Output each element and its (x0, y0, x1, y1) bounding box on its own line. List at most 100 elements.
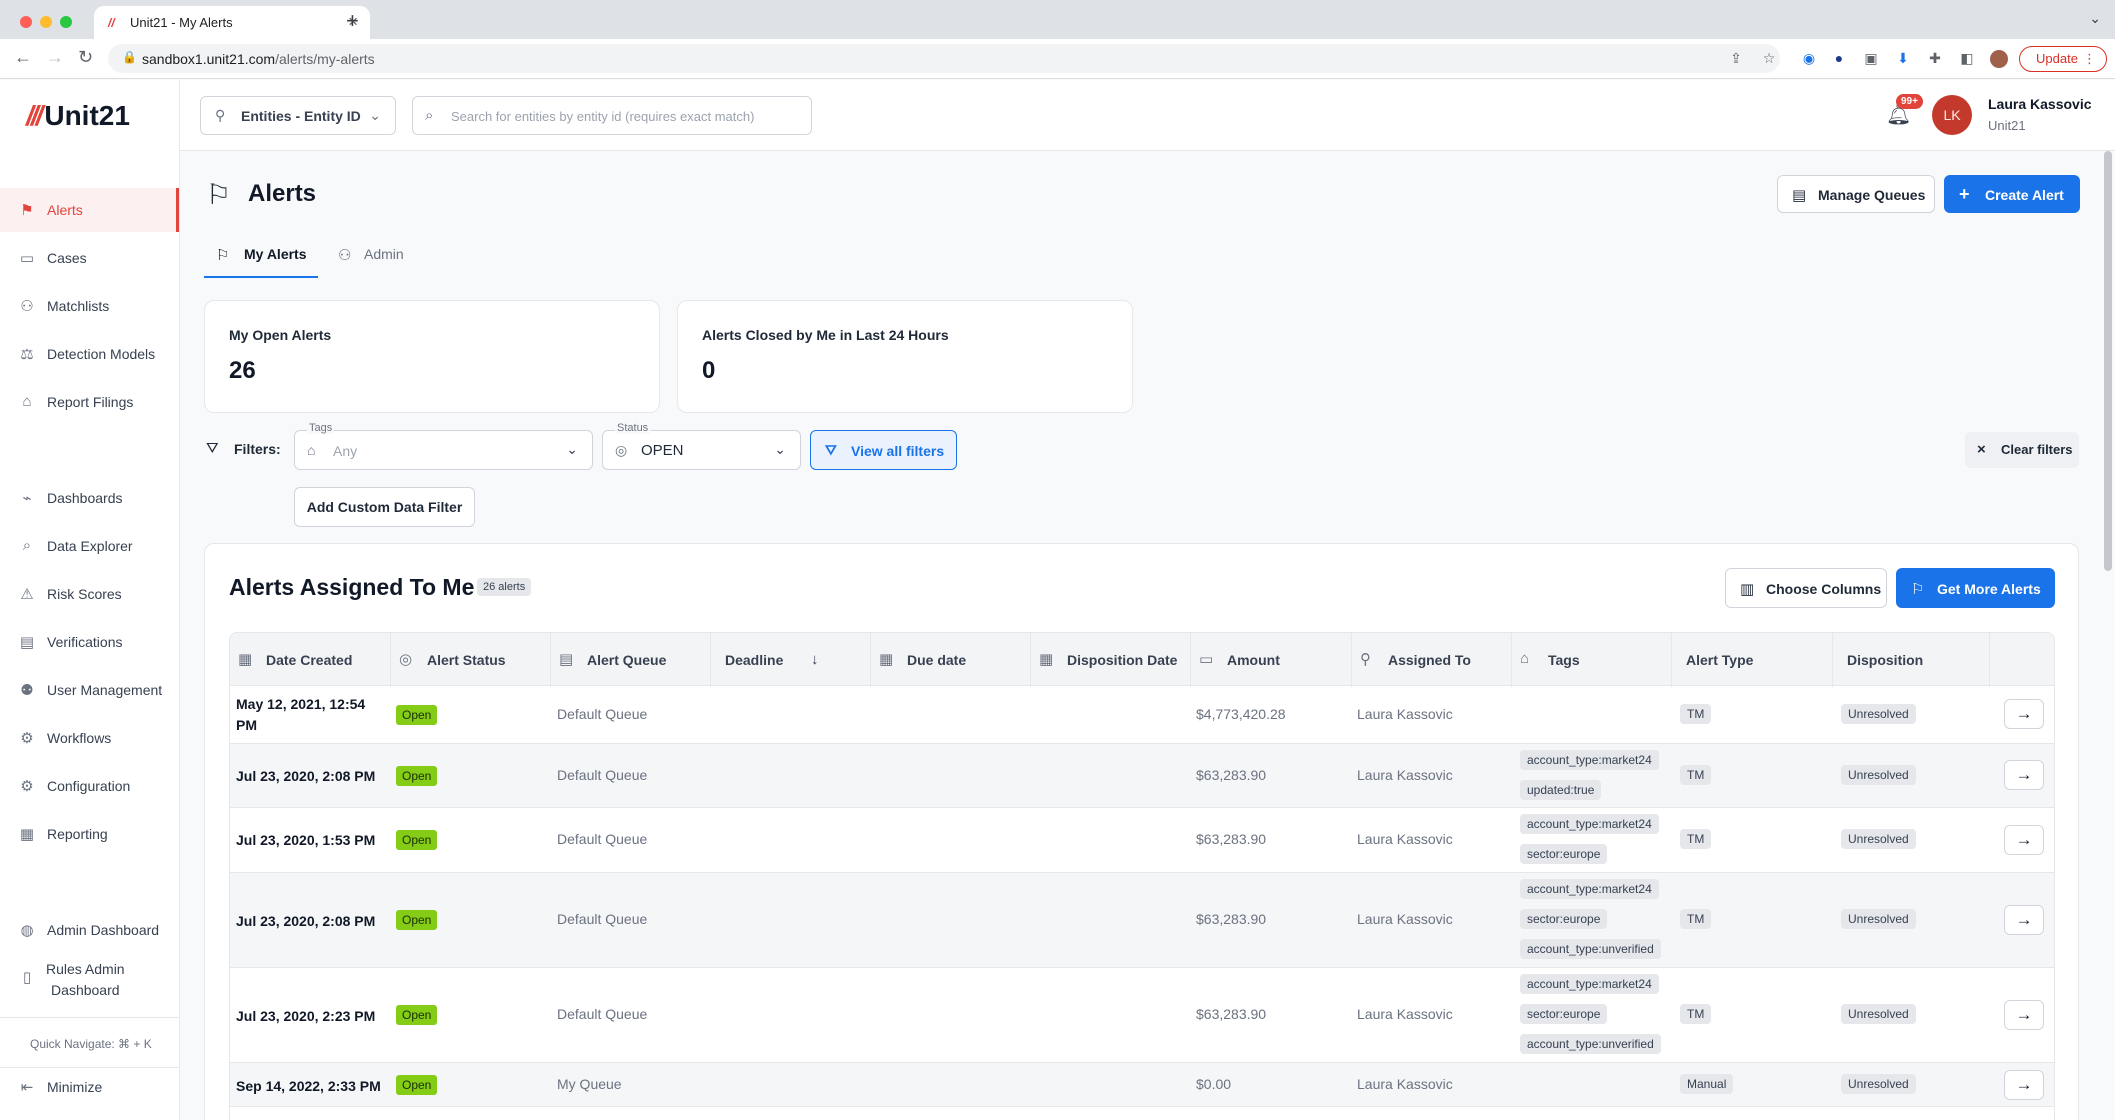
column-label: Assigned To (1388, 652, 1471, 668)
cell-amount: $63,283.90 (1196, 1006, 1267, 1022)
table-row[interactable]: Jul 23, 2020, 2:08 PM Open Default Queue… (229, 744, 2055, 808)
extension-icon[interactable]: ● (1830, 50, 1848, 68)
column-header-deadline[interactable]: Deadline ↓ (711, 633, 871, 687)
column-label: Alert Status (427, 652, 506, 668)
forward-icon[interactable]: → (46, 47, 64, 68)
open-alert-arrow-icon[interactable]: → (2004, 1070, 2044, 1100)
puzzle-icon[interactable]: ✚ (1926, 50, 1944, 68)
entity-type-selector[interactable]: ⚲ Entities - Entity ID ⌄ (200, 96, 396, 135)
minimize-sidebar-button[interactable]: ⇤ Minimize (0, 1065, 179, 1109)
back-icon[interactable]: ← (14, 47, 32, 68)
cell-amount: $63,283.90 (1196, 767, 1267, 783)
clear-filters-button[interactable]: × Clear filters (1965, 432, 2079, 468)
sidebar-item-cases[interactable]: ▭ Cases (0, 236, 179, 280)
sidebar-item-label: Data Explorer (47, 538, 133, 554)
extension-icon[interactable]: ◉ (1800, 50, 1818, 68)
download-icon[interactable]: ⬇ (1894, 50, 1912, 68)
view-all-filters-button[interactable]: ⛛ View all filters (810, 430, 957, 470)
users-icon: ⚉ (20, 682, 34, 699)
open-alert-arrow-icon[interactable]: → (2004, 905, 2044, 935)
share-icon[interactable]: ⇪ (1727, 50, 1745, 68)
sidebar-item-configuration[interactable]: ⚙ Configuration (0, 764, 179, 808)
update-button[interactable]: Update ⋮ (2019, 46, 2107, 72)
column-header-disposition-date[interactable]: ▦ Disposition Date (1031, 633, 1191, 687)
column-header-alert-status[interactable]: ◎ Alert Status (391, 633, 551, 687)
disposition-badge: Unresolved (1841, 909, 1916, 929)
status-value: OPEN (641, 442, 684, 459)
sidebar-item-reporting[interactable]: ▦ Reporting (0, 812, 179, 856)
manage-queues-label: Manage Queues (1818, 187, 1926, 203)
choose-columns-button[interactable]: ▥ Choose Columns (1725, 568, 1887, 608)
tab-list-chevron-icon[interactable]: ⌄ (2089, 10, 2101, 27)
table-row[interactable]: Jul 23, 2020, 1:53 PM Open Default Queue… (229, 808, 2055, 873)
get-more-alerts-button[interactable]: ⚐ Get More Alerts (1896, 568, 2055, 608)
table-row[interactable]: Jul 23, 2020, 2:08 PM Open Default Queue… (229, 873, 2055, 968)
close-window-button[interactable] (20, 16, 32, 28)
table-row[interactable]: May 12, 2021, 12:54 PM Open Default Queu… (229, 686, 2055, 744)
open-alert-arrow-icon[interactable]: → (2004, 699, 2044, 729)
profile-avatar-icon[interactable] (1990, 50, 2008, 68)
table-row[interactable]: Sep 14, 2022, 2:33 PM Open My Queue $0.0… (229, 1063, 2055, 1107)
sidebar-item-user-management[interactable]: ⚉ User Management (0, 668, 179, 712)
alert-type-badge: TM (1680, 909, 1712, 929)
app-header: ⚲ Entities - Entity ID ⌄ ⌕ Search for en… (180, 80, 2115, 151)
sidebar-item-risk-scores[interactable]: ⚠ Risk Scores (0, 572, 179, 616)
sidebar-item-alerts[interactable]: ⚑ Alerts (0, 188, 179, 232)
page-scrollbar[interactable] (2104, 151, 2112, 571)
tab-title: Unit21 - My Alerts (130, 15, 233, 30)
bookmark-star-icon[interactable]: ☆ (1760, 50, 1778, 68)
entity-search-input[interactable]: ⌕ Search for entities by entity id (requ… (412, 96, 812, 135)
column-header-amount[interactable]: ▭ Amount (1191, 633, 1352, 687)
column-header-alert-type[interactable]: Alert Type (1672, 633, 1833, 687)
manage-queues-button[interactable]: ▤ Manage Queues (1777, 175, 1935, 213)
tab-admin[interactable]: ⚇ Admin (326, 236, 416, 278)
cell-alert-queue: My Queue (557, 1076, 622, 1092)
sidebar-item-data-explorer[interactable]: ⌕ Data Explorer (0, 524, 179, 568)
sidebar-item-matchlists[interactable]: ⚇ Matchlists (0, 284, 179, 328)
table-row[interactable]: Jul 23, 2020, 2:23 PM Open Default Queue… (229, 968, 2055, 1063)
browser-tab[interactable]: // Unit21 - My Alerts × (94, 6, 370, 39)
table-row[interactable] (229, 1107, 2055, 1120)
sidebar-item-label: Risk Scores (47, 586, 122, 602)
user-name[interactable]: Laura Kassovic (1988, 96, 2092, 112)
column-header-alert-queue[interactable]: ▤ Alert Queue (551, 633, 711, 687)
tag-chip: account_type:market24 (1520, 814, 1659, 834)
tag-chip: account_type:unverified (1520, 939, 1661, 959)
tags-filter-select[interactable]: Tags ⌂ Any ⌄ (294, 422, 593, 470)
add-custom-data-filter-button[interactable]: Add Custom Data Filter (294, 487, 475, 527)
sidebar-item-detection-models[interactable]: ⚖ Detection Models (0, 332, 179, 376)
get-more-alerts-label: Get More Alerts (1937, 581, 2041, 597)
maximize-window-button[interactable] (60, 16, 72, 28)
open-alert-arrow-icon[interactable]: → (2004, 760, 2044, 790)
new-tab-button[interactable]: + (346, 8, 359, 34)
sidebar-item-label: Workflows (47, 730, 112, 746)
column-header-tags[interactable]: ⌂ Tags (1512, 633, 1672, 687)
notification-count-badge: 99+ (1896, 94, 1923, 109)
open-alert-arrow-icon[interactable]: → (2004, 825, 2044, 855)
sidebar-item-workflows[interactable]: ⚙ Workflows (0, 716, 179, 760)
choose-columns-label: Choose Columns (1766, 581, 1882, 597)
column-header-disposition[interactable]: Disposition (1833, 633, 1990, 687)
logo[interactable]: ///Unit21 (26, 100, 130, 132)
tag-chip: updated:true (1520, 780, 1602, 800)
sidebar-item-dashboards[interactable]: ⌁ Dashboards (0, 476, 179, 520)
column-header-assigned-to[interactable]: ⚲ Assigned To (1352, 633, 1512, 687)
reload-icon[interactable]: ↻ (78, 47, 93, 68)
status-filter-select[interactable]: Status ◎ OPEN ⌄ (602, 422, 801, 470)
sidebar-item-verifications[interactable]: ▤ Verifications (0, 620, 179, 664)
tab-my-alerts[interactable]: ⚐ My Alerts (204, 236, 318, 278)
sidebar-item-rules-admin-dashboard[interactable]: ▯ Rules Admin Dashboard (0, 952, 179, 1004)
column-header-due-date[interactable]: ▦ Due date (871, 633, 1031, 687)
sidebar-item-admin-dashboard[interactable]: ◍ Admin Dashboard (0, 908, 179, 952)
avatar[interactable]: LK (1932, 95, 1972, 135)
extension-icon[interactable]: ▣ (1862, 50, 1880, 68)
open-alert-arrow-icon[interactable]: → (2004, 1000, 2044, 1030)
sidepanel-icon[interactable]: ◧ (1958, 50, 1976, 68)
alerts-table-panel: Alerts Assigned To Me 26 alerts ▥ Choose… (204, 543, 2079, 1120)
minimize-window-button[interactable] (40, 16, 52, 28)
card-title: My Open Alerts (229, 327, 332, 343)
address-bar[interactable]: 🔒 sandbox1.unit21.com/alerts/my-alerts (108, 44, 1780, 73)
column-header-date-created[interactable]: ▦ Date Created (230, 633, 391, 687)
create-alert-button[interactable]: + Create Alert (1944, 175, 2080, 213)
sidebar-item-report-filings[interactable]: ⌂ Report Filings (0, 380, 179, 424)
